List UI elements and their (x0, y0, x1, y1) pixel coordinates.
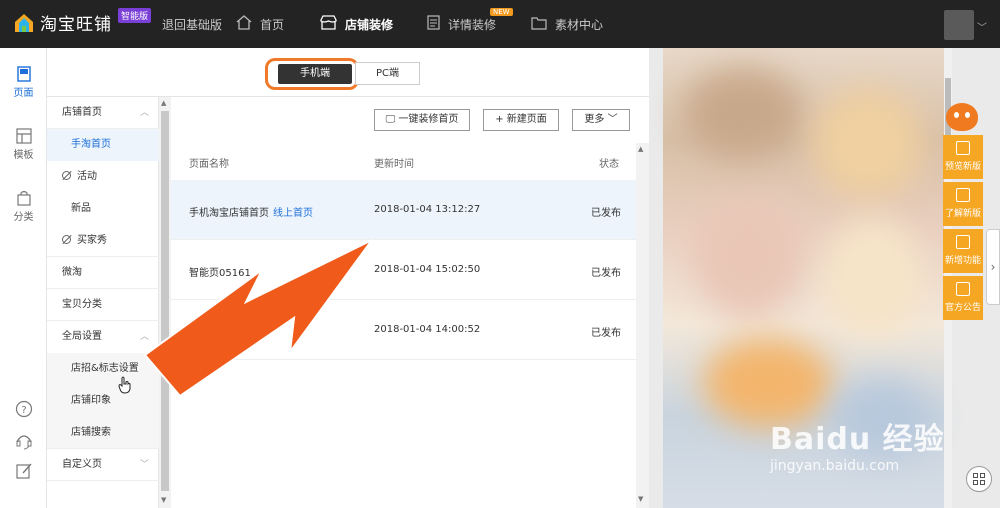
logo-icon (14, 13, 34, 33)
home-icon (236, 15, 252, 33)
sidebar-item-new[interactable]: 新品 (47, 193, 159, 225)
edit-icon[interactable] (0, 462, 47, 483)
rail-item-page[interactable]: 页面 (0, 66, 47, 99)
scrollbar-thumb[interactable] (161, 111, 169, 491)
template-icon (15, 128, 32, 144)
more-button[interactable]: 更多 ﹀ (572, 109, 630, 131)
chevron-right-icon: › (990, 260, 996, 274)
scroll-up-icon[interactable]: ▲ (638, 145, 643, 153)
page-list-panel: 🖵 一键装修首页 + 新建页面 更多 ﹀ 页面名称 更新时间 状态 手机淘宝店铺… (171, 97, 649, 508)
hand-cursor-icon (118, 376, 131, 394)
helper-toolbar: 预览新版 了解新版 新增功能 官方公告 (943, 135, 983, 323)
page-sidebar: 店铺首页 ︿ 手淘首页 活动 新品 买家秀 微淘 宝贝分类 全局设置 ︿ 店招&… (47, 97, 159, 508)
device-tabs-bar: 手机端 PC端 (47, 48, 649, 97)
page-name[interactable]: 手机淘宝店铺首页 (189, 208, 269, 219)
new-page-button[interactable]: + 新建页面 (483, 109, 559, 131)
document-icon (427, 15, 440, 33)
chevron-up-icon[interactable]: ︿ (140, 97, 149, 129)
status-badge: 已发布 (591, 208, 621, 219)
sidebar-item-product-category[interactable]: 宝贝分类 (47, 289, 159, 321)
new-icon (956, 188, 970, 202)
main-scrollbar[interactable]: ▲ ▼ (636, 143, 649, 508)
rail-item-category[interactable]: 分类 (0, 190, 47, 223)
sidebar-item-custom-page[interactable]: 自定义页 ﹀ (47, 449, 159, 481)
notice-icon (956, 282, 970, 296)
mascot-icon[interactable] (946, 103, 978, 131)
avatar[interactable] (944, 10, 974, 40)
watermark: Baidu 经验 jingyan.baidu.com (770, 414, 945, 474)
sidebar-item-store-home[interactable]: 店铺首页 ︿ (47, 97, 159, 129)
status-badge: 已发布 (591, 268, 621, 279)
sidebar-item-sign-logo[interactable]: 店招&标志设置 (47, 353, 159, 385)
table-row[interactable]: 2018-01-04 14:00:52 已发布 (171, 300, 636, 360)
sidebar-scrollbar[interactable]: ▲ ▼ (159, 97, 171, 508)
tab-mobile[interactable]: 手机端 (278, 64, 352, 84)
decorate-icon: 🖵 (385, 114, 399, 125)
table-row[interactable]: 手机淘宝店铺首页 线上首页 2018-01-04 13:12:27 已发布 (171, 180, 636, 240)
folder-icon (531, 16, 547, 33)
app-logo[interactable]: 淘宝旺铺 智能版 (14, 8, 152, 35)
app-name: 淘宝旺铺 (40, 15, 112, 35)
top-bar: 淘宝旺铺 智能版 退回基础版 首页 店铺装修 详情装修 NEW 素材中心 ﹀ (0, 0, 1000, 48)
rail-item-template[interactable]: 模板 (0, 128, 47, 161)
column-header-status: 状态 (599, 159, 619, 170)
qr-icon (973, 473, 978, 478)
qr-code-button[interactable] (966, 466, 992, 492)
scroll-down-icon[interactable]: ▼ (638, 495, 643, 503)
preview-new-button[interactable]: 预览新版 (943, 135, 983, 179)
edition-badge: 智能版 (118, 8, 152, 23)
learn-new-button[interactable]: 了解新版 (943, 182, 983, 226)
nav-store-decoration[interactable]: 店铺装修 (320, 0, 393, 48)
nav-material-center[interactable]: 素材中心 (531, 0, 603, 48)
status-badge: 已发布 (591, 328, 621, 339)
announcement-button[interactable]: 官方公告 (943, 276, 983, 320)
sidebar-item-activity[interactable]: 活动 (47, 161, 159, 193)
sidebar-item-buyer-show[interactable]: 买家秀 (47, 225, 159, 257)
chevron-down-icon: ﹀ (604, 114, 618, 125)
sidebar-item-global-settings[interactable]: 全局设置 ︿ (47, 321, 159, 353)
online-home-tag: 线上首页 (273, 208, 313, 219)
update-time: 2018-01-04 13:12:27 (374, 204, 481, 215)
help-icon[interactable]: ? (0, 400, 47, 421)
nav-detail-decoration[interactable]: 详情装修 NEW (427, 0, 513, 48)
store-icon (320, 15, 337, 33)
doc-icon (956, 235, 970, 249)
sidebar-item-weitao[interactable]: 微淘 (47, 257, 159, 289)
bag-icon (16, 190, 32, 206)
scroll-down-icon[interactable]: ▼ (161, 496, 166, 504)
tab-pc[interactable]: PC端 (355, 62, 420, 85)
left-rail: 页面 模板 分类 ? (0, 48, 47, 508)
scroll-up-icon[interactable]: ▲ (161, 99, 166, 107)
one-click-decorate-button[interactable]: 🖵 一键装修首页 (374, 109, 470, 131)
watermark-sub: jingyan.baidu.com (770, 458, 900, 474)
chevron-up-icon[interactable]: ︿ (140, 321, 149, 353)
new-features-button[interactable]: 新增功能 (943, 229, 983, 273)
plus-icon: + (495, 114, 507, 125)
hidden-eye-icon (62, 171, 71, 180)
watermark-main: Baidu 经验 (770, 422, 945, 457)
update-time: 2018-01-04 14:00:52 (374, 324, 481, 335)
nav-home[interactable]: 首页 (236, 0, 284, 48)
new-tag: NEW (490, 8, 513, 16)
column-header-name: 页面名称 (189, 159, 229, 170)
headset-icon[interactable] (0, 432, 47, 453)
expand-panel-button[interactable]: › (986, 229, 1000, 305)
chevron-down-icon[interactable]: ﹀ (977, 19, 987, 34)
page-name[interactable]: 智能页05161 (189, 264, 251, 279)
back-basic-link[interactable]: 退回基础版 (162, 0, 222, 48)
sidebar-item-store-search[interactable]: 店铺搜索 (47, 417, 159, 449)
sidebar-item-store-impression[interactable]: 店铺印象 (47, 385, 159, 417)
qr-icon (956, 141, 970, 155)
column-header-time: 更新时间 (374, 159, 414, 170)
hidden-eye-icon (62, 235, 71, 244)
update-time: 2018-01-04 15:02:50 (374, 264, 481, 275)
svg-text:?: ? (21, 405, 26, 416)
sidebar-item-mobile-home[interactable]: 手淘首页 (47, 129, 159, 161)
chevron-down-icon[interactable]: ﹀ (140, 449, 149, 481)
table-row[interactable]: 智能页05161 2018-01-04 15:02:50 已发布 (171, 240, 636, 300)
page-icon (16, 66, 32, 82)
